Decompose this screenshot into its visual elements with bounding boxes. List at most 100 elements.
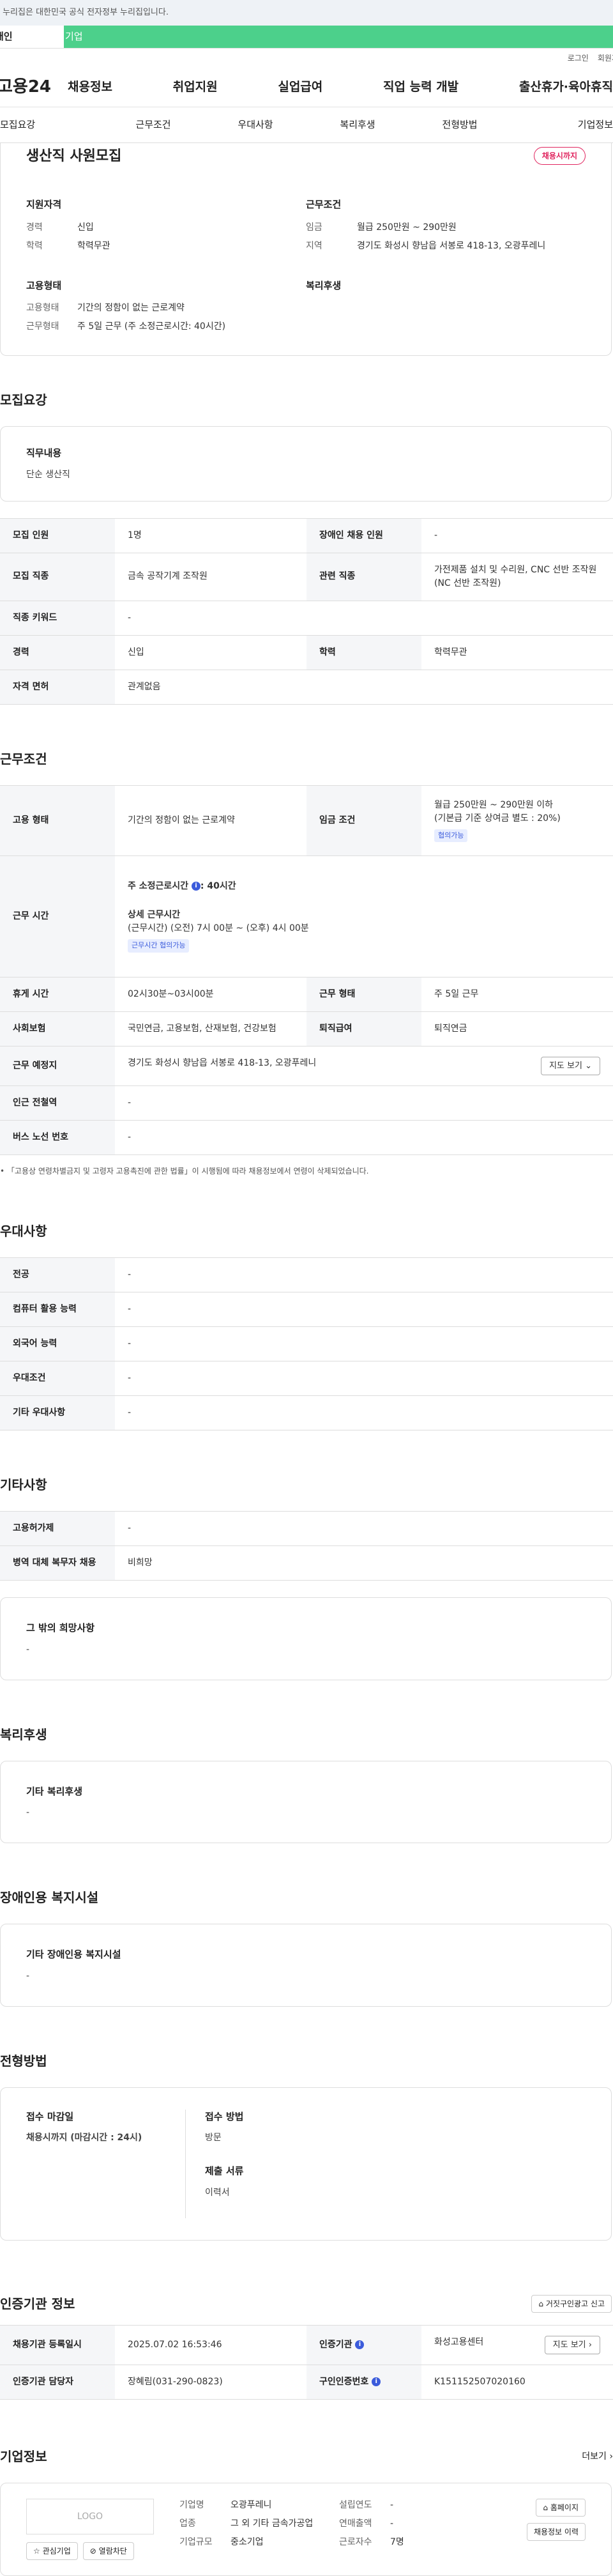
row-label: 학력 <box>306 635 421 670</box>
user-type-bar: 개인 기업 <box>0 26 613 49</box>
table-row: 병역 대체 복무자 채용 비희망 <box>0 1545 613 1581</box>
row-label: 근무 시간 <box>0 855 115 977</box>
table-row: 버스 노선 번호 - <box>0 1120 613 1155</box>
gnb-item[interactable]: 실업급여 <box>278 78 322 96</box>
deadline-label: 접수 마감일 <box>26 2110 74 2122</box>
star-icon: ☆ <box>33 2547 40 2556</box>
row-label: 구인인증번호 i <box>306 2365 421 2400</box>
row-value: 학력무관 <box>421 635 613 670</box>
row-value: 장혜림(031-290-0823) <box>115 2365 306 2400</box>
row-label: 고용허가제 <box>0 1511 115 1546</box>
row-label: 우대조건 <box>0 1361 115 1396</box>
table-row: 모집 인원 1명 장애인 채용 인원 - <box>0 518 613 553</box>
section-tab[interactable]: 복리후생 <box>306 118 409 132</box>
row-value: 신입 <box>115 635 306 670</box>
row-value: 기간의 정함이 없는 근로계약 <box>115 785 306 856</box>
section-tab[interactable]: 전형방법 <box>409 118 511 132</box>
row-label: 근무 예정지 <box>0 1046 115 1086</box>
table-row: 근무 예정지 경기도 화성시 향남읍 서봉로 418-13, 오광푸레니 지도 보… <box>0 1046 613 1086</box>
row-value: - <box>115 1085 613 1121</box>
signup-link[interactable]: 회원가입 <box>598 52 613 64</box>
gnb-item[interactable]: 출산휴가·육아휴직 <box>519 78 613 96</box>
block-view-button[interactable]: ⊘ 열람차단 <box>82 2542 134 2560</box>
global-nav: 고용24 채용정보 취업지원 실업급여 직업 능력 개발 출산휴가·육아휴직 <box>0 68 613 107</box>
util-links: 로그인 회원가입 <box>0 49 613 68</box>
kv-value: 경기도 화성시 향남읍 서봉로 418-13, 오광푸레니 <box>357 240 546 251</box>
kv-value: - <box>390 2518 394 2529</box>
row-value: 02시30분~03시00분 <box>115 977 306 1012</box>
info-icon[interactable]: i <box>372 2377 381 2386</box>
table-row: 컴퓨터 활용 능력 - <box>0 1292 613 1327</box>
table-row: 우대조건 - <box>0 1361 613 1396</box>
row-label: 외국어 능력 <box>0 1326 115 1361</box>
company-logo: LOGO <box>26 2499 154 2534</box>
section-tab[interactable]: 기업정보 <box>511 118 613 132</box>
section-tab[interactable]: 근무조건 <box>102 118 204 132</box>
site-logo[interactable]: 고용24 <box>0 75 68 100</box>
gnb-item[interactable]: 채용정보 <box>68 78 112 96</box>
row-value: 퇴직연금 <box>421 1011 613 1046</box>
chevron-right-icon: › <box>588 2340 592 2350</box>
kv-label: 설립연도 <box>339 2500 372 2510</box>
tab-enterprise[interactable]: 기업 <box>64 26 613 48</box>
employment-title: 고용형태 <box>26 279 62 291</box>
recruit-section-title: 모집요강 <box>0 392 47 408</box>
recruit-history-button[interactable]: 채용정보 이력 <box>526 2523 586 2541</box>
row-label: 모집 인원 <box>0 518 115 553</box>
map-view-button[interactable]: 지도 보기 ⌄ <box>540 1056 600 1075</box>
row-value: - <box>115 601 613 636</box>
homepage-button[interactable]: ⌂ 홈페이지 <box>536 2499 586 2517</box>
org-map-button[interactable]: 지도 보기 › <box>544 2335 600 2354</box>
table-row: 휴게 시간 02시30분~03시00분 근무 형태 주 5일 근무 <box>0 977 613 1012</box>
row-value: 관계없음 <box>115 670 613 705</box>
welfare-label: 기타 복리후생 <box>26 1785 83 1797</box>
table-row: 모집 직종 금속 공작기계 조작원 관련 직종 가전제품 설치 및 수리원, CNC… <box>0 553 613 601</box>
gnb-item[interactable]: 취업지원 <box>173 78 218 96</box>
row-value: - <box>421 518 613 553</box>
more-link[interactable]: 더보기 › <box>582 2450 613 2464</box>
kv-label: 기업명 <box>179 2500 204 2510</box>
table-row: 인근 전철역 - <box>0 1085 613 1121</box>
kv-value: 학력무관 <box>77 240 110 251</box>
welfare-summary-title: 복리후생 <box>306 279 342 291</box>
tab-personal[interactable]: 개인 <box>0 26 64 48</box>
row-value: 주 5일 근무 <box>421 977 613 1012</box>
section-tab[interactable]: 모집요강 <box>0 118 102 132</box>
row-value: 화성고용센터 <box>434 2336 484 2347</box>
section-tab[interactable]: 우대사항 <box>204 118 306 132</box>
select-section-title: 전형방법 <box>0 2053 47 2069</box>
disabled-value: - <box>26 1970 30 1981</box>
deadline-value: 채용시까지 (마감시간 : 24시) <box>26 2133 142 2143</box>
favorite-company-button[interactable]: ☆ 관심기업 <box>26 2542 78 2560</box>
table-row: 채용기관 등록일시 2025.07.02 16:53:46 인증기관 i 화성고용… <box>0 2325 613 2365</box>
wish-label: 그 밖의 희망사항 <box>26 1622 95 1634</box>
login-link[interactable]: 로그인 <box>568 52 589 64</box>
qualification-title: 지원자격 <box>26 199 62 210</box>
row-value: 1명 <box>115 518 306 553</box>
row-value: - <box>115 1257 613 1292</box>
work-place-cell: 경기도 화성시 향남읍 서봉로 418-13, 오광푸레니 지도 보기 ⌄ <box>115 1046 613 1086</box>
info-icon[interactable]: i <box>191 882 201 891</box>
row-label: 컴퓨터 활용 능력 <box>0 1292 115 1327</box>
table-row: 기타 우대사항 - <box>0 1395 613 1430</box>
report-fake-ad-button[interactable]: ⌂ 거짓구인광고 신고 <box>531 2294 612 2313</box>
kv-value: 신입 <box>77 222 94 233</box>
etc-section-title: 기타사항 <box>0 1477 47 1492</box>
welfare-value: - <box>26 1807 30 1818</box>
row-label: 인근 전철역 <box>0 1085 115 1121</box>
chevron-right-icon: › <box>609 2451 613 2462</box>
kv-value: 중소기업 <box>231 2537 264 2547</box>
row-value: K151152507020160 <box>421 2365 613 2400</box>
gnb-menu: 채용정보 취업지원 실업급여 직업 능력 개발 출산휴가·육아휴직 <box>68 78 613 96</box>
row-label: 버스 노선 번호 <box>0 1120 115 1155</box>
row-label: 퇴직급여 <box>306 1011 421 1046</box>
row-label: 인증기관 i <box>306 2325 421 2365</box>
kv-label: 근로자수 <box>339 2537 372 2547</box>
disabled-label: 기타 장애인용 복지시설 <box>26 1949 121 1960</box>
kv-label: 업종 <box>179 2518 196 2529</box>
cert-table: 채용기관 등록일시 2025.07.02 16:53:46 인증기관 i 화성고용… <box>0 2324 613 2400</box>
org-cell: 화성고용센터 지도 보기 › <box>421 2325 613 2365</box>
gnb-item[interactable]: 직업 능력 개발 <box>383 78 458 96</box>
info-icon[interactable]: i <box>355 2340 365 2349</box>
condition-title: 근무조건 <box>306 199 342 210</box>
